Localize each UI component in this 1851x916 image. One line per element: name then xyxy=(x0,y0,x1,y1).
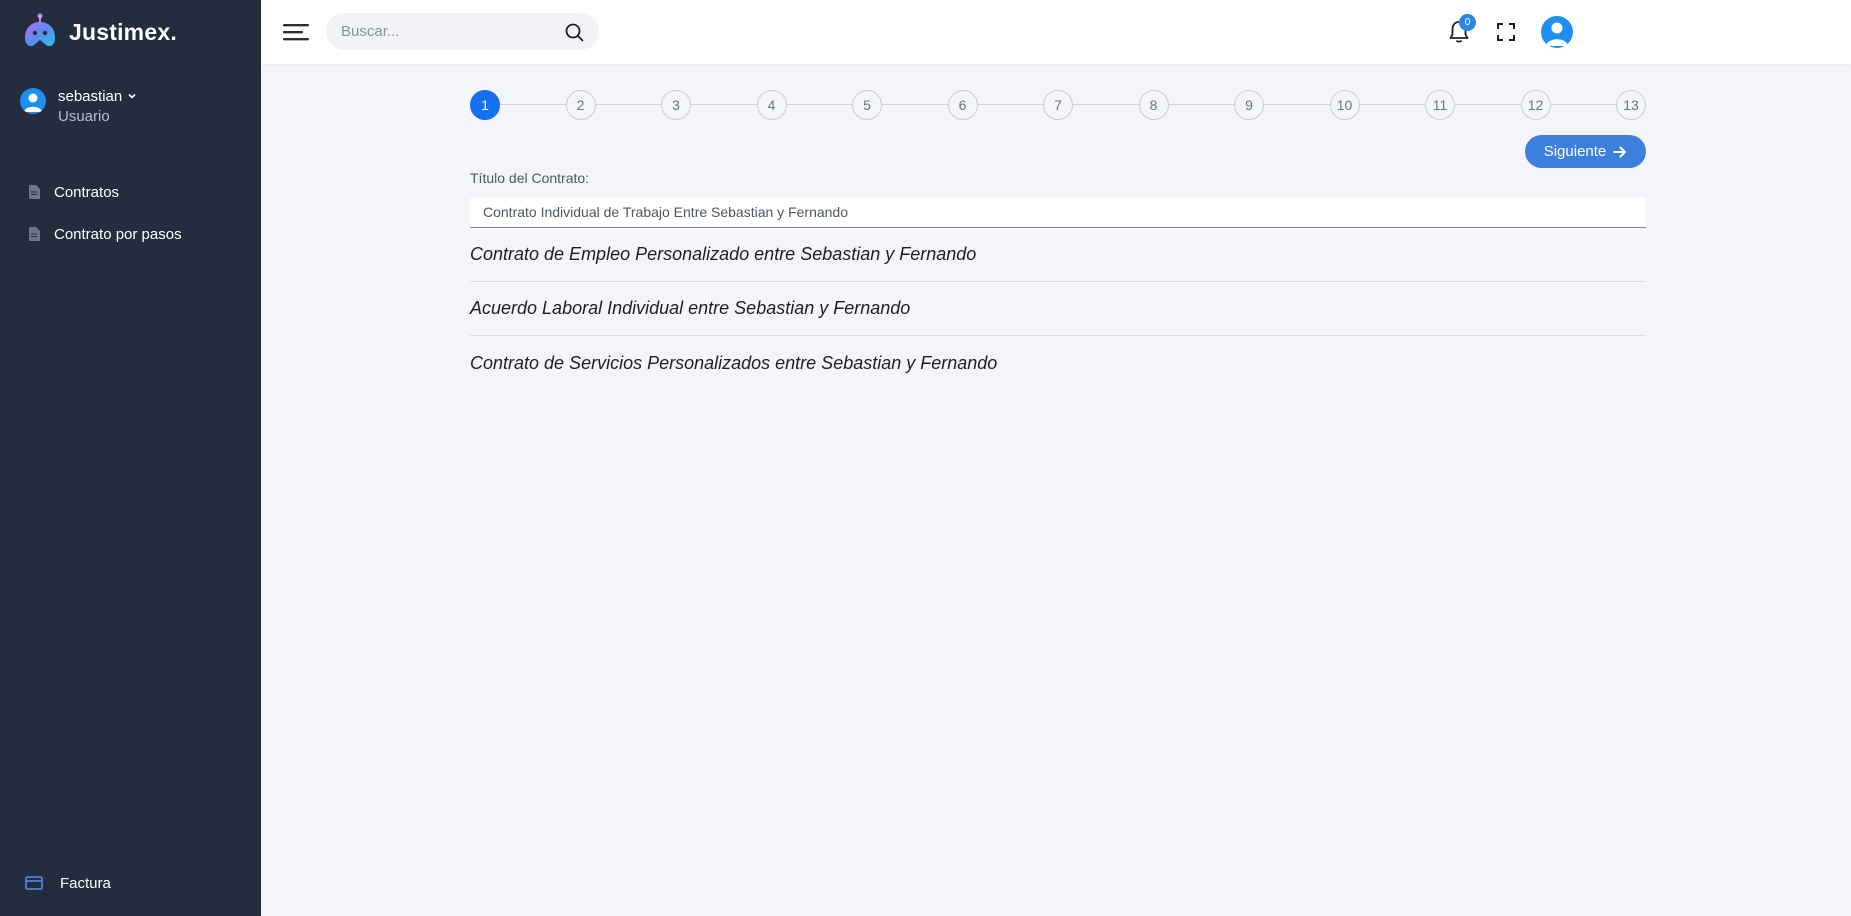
brand[interactable]: Justimex. xyxy=(20,10,177,54)
document-icon xyxy=(29,185,40,199)
avatar xyxy=(20,88,46,114)
step-12[interactable]: 12 xyxy=(1520,90,1551,120)
step-8[interactable]: 8 xyxy=(1138,90,1169,120)
step-10[interactable]: 10 xyxy=(1329,90,1360,120)
notification-badge: 0 xyxy=(1459,14,1476,31)
topbar xyxy=(261,0,1851,64)
step-13[interactable]: 13 xyxy=(1616,90,1646,120)
sidebar-item-label: Contrato por pasos xyxy=(54,225,182,243)
brand-name: Justimex. xyxy=(69,18,177,45)
step-6[interactable]: 6 xyxy=(947,90,978,120)
user-icon xyxy=(24,93,42,112)
step-7[interactable]: 7 xyxy=(1043,90,1073,120)
sidebar-item-contrato-por-pasos[interactable]: Contrato por pasos xyxy=(0,213,261,255)
sidebar-item-factura[interactable]: Factura xyxy=(0,870,261,896)
step-1[interactable]: 1 xyxy=(470,90,500,120)
suggestion-item[interactable]: Contrato de Empleo Personalizado entre S… xyxy=(470,228,1646,282)
logo-icon xyxy=(25,13,55,47)
sidebar-item-label: Contratos xyxy=(54,183,120,201)
search-input[interactable] xyxy=(341,13,551,50)
sidebar-item-contratos[interactable]: Contratos xyxy=(0,171,261,213)
document-icon xyxy=(29,227,40,241)
title-label: Título del Contrato: xyxy=(470,170,590,186)
avatar[interactable] xyxy=(1541,16,1573,48)
user-icon xyxy=(1546,22,1568,46)
suggestion-item[interactable]: Acuerdo Laboral Individual entre Sebasti… xyxy=(470,282,1646,336)
sidebar-item-label: Factura xyxy=(60,874,111,892)
search-icon[interactable] xyxy=(565,23,584,42)
user-role: Usuario xyxy=(58,108,110,125)
credit-card-icon xyxy=(25,876,43,890)
arrow-right-icon xyxy=(1613,146,1627,157)
sidebar: Justimex. sebastian Usuario Contratos Co… xyxy=(0,0,261,916)
step-3[interactable]: 3 xyxy=(661,90,691,120)
step-4[interactable]: 4 xyxy=(756,90,787,120)
search-bar xyxy=(326,13,599,50)
sidebar-nav: Contratos Contrato por pasos xyxy=(0,171,261,255)
menu-icon[interactable] xyxy=(283,21,309,43)
next-button[interactable]: Siguiente xyxy=(1525,135,1646,168)
fullscreen-icon[interactable] xyxy=(1497,23,1515,41)
step-9[interactable]: 9 xyxy=(1234,90,1264,120)
suggestion-item[interactable]: Contrato de Servicios Personalizados ent… xyxy=(470,336,1646,390)
stepper: 1 2 3 4 5 6 7 8 9 10 11 12 13 xyxy=(470,90,1646,120)
next-button-label: Siguiente xyxy=(1543,143,1607,160)
step-11[interactable]: 11 xyxy=(1425,90,1455,120)
title-input[interactable] xyxy=(470,197,1646,228)
user-menu[interactable]: sebastian Usuario xyxy=(20,86,137,125)
user-name: sebastian xyxy=(58,87,123,105)
step-2[interactable]: 2 xyxy=(565,90,596,120)
chevron-down-icon[interactable] xyxy=(127,91,137,101)
step-5[interactable]: 5 xyxy=(852,90,882,120)
suggestion-list: Contrato de Empleo Personalizado entre S… xyxy=(470,228,1646,390)
